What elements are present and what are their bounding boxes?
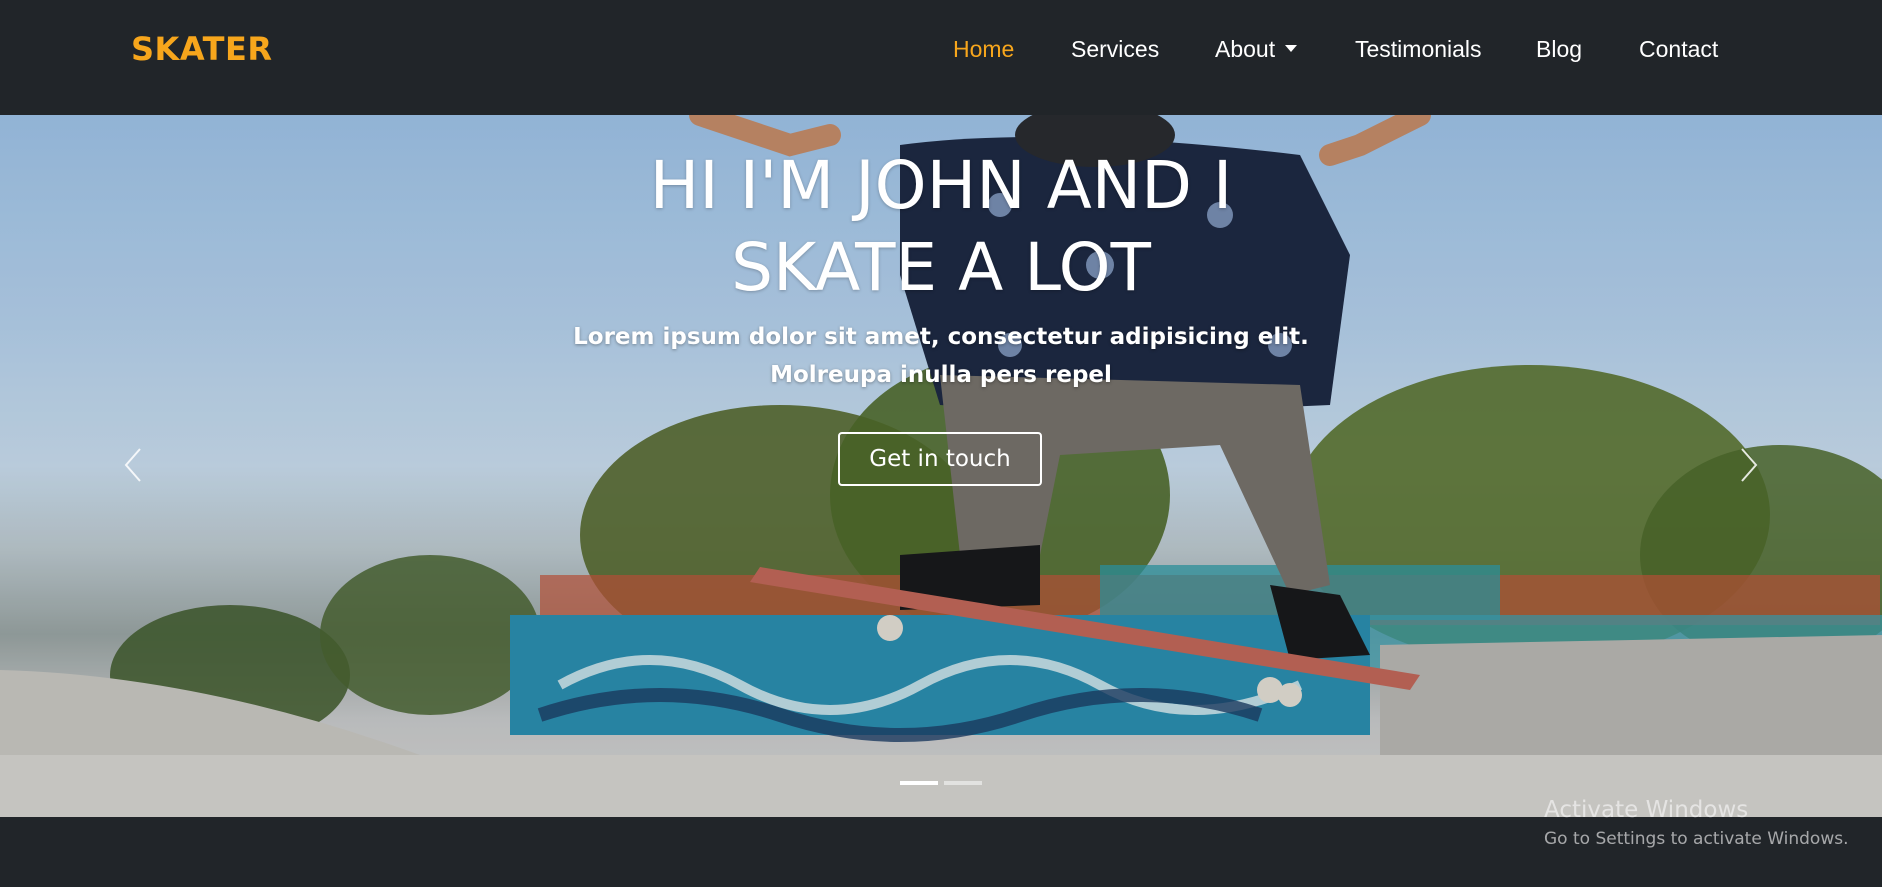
nav-item-home[interactable]: Home: [953, 36, 1014, 63]
carousel-indicator-2[interactable]: [944, 781, 982, 785]
nav-item-blog[interactable]: Blog: [1536, 36, 1582, 63]
nav-item-about[interactable]: About: [1215, 36, 1298, 63]
hero-carousel: HI I'M JOHN AND I SKATE A LOT Lorem ipsu…: [0, 115, 1882, 817]
chevron-right-icon: [1741, 448, 1758, 482]
brand-logo[interactable]: SKATER: [131, 30, 272, 68]
hero-title-line-2: SKATE A LOT: [731, 229, 1151, 306]
chevron-left-icon: [124, 448, 141, 482]
carousel-indicator-1[interactable]: [900, 781, 938, 785]
navbar: SKATER Home Services About Testimonials …: [0, 0, 1882, 115]
nav-item-testimonials[interactable]: Testimonials: [1355, 36, 1482, 63]
get-in-touch-button[interactable]: Get in touch: [838, 432, 1042, 486]
hero-subtitle-line-2: Molreupa inulla pers repel: [770, 362, 1112, 388]
hero-title: HI I'M JOHN AND I SKATE A LOT: [541, 145, 1341, 309]
carousel-prev-button[interactable]: [114, 443, 154, 487]
watermark-subtitle: Go to Settings to activate Windows.: [1544, 829, 1849, 849]
carousel-next-button[interactable]: [1728, 443, 1768, 487]
hero-title-line-1: HI I'M JOHN AND I: [649, 147, 1233, 224]
caret-down-icon: [1285, 45, 1298, 53]
nav-item-about-label: About: [1215, 36, 1276, 62]
hero-subtitle: Lorem ipsum dolor sit amet, consectetur …: [541, 318, 1341, 394]
nav-item-contact[interactable]: Contact: [1639, 36, 1718, 63]
hero-subtitle-line-1: Lorem ipsum dolor sit amet, consectetur …: [573, 324, 1309, 350]
nav-item-services[interactable]: Services: [1071, 36, 1159, 63]
